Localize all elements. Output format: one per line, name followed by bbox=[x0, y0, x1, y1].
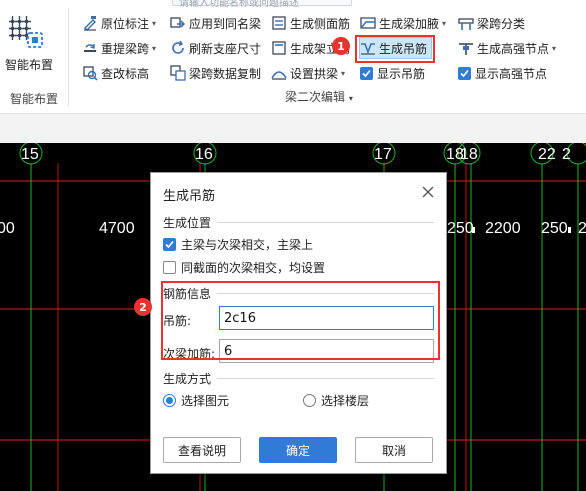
haunch-button[interactable]: 生成梁加腋 ▾ bbox=[360, 13, 446, 33]
span-classify-button[interactable]: 梁跨分类 bbox=[458, 13, 525, 33]
chevron-down-icon: ▾ bbox=[152, 43, 157, 53]
help-button[interactable]: 查看说明 bbox=[163, 437, 241, 463]
apply-same-beam-icon bbox=[170, 17, 186, 28]
chevron-down-icon: ▾ bbox=[152, 18, 157, 28]
checkbox-checked-icon bbox=[163, 238, 176, 251]
search-placeholder: 请输入功能名称或问题描述 bbox=[179, 0, 299, 9]
arch-beam-icon bbox=[271, 71, 287, 80]
dimension-text: 250 bbox=[541, 220, 568, 237]
group-label-beam-edit: 梁二次编辑 ▾ bbox=[285, 88, 353, 105]
highlight-box-hanger bbox=[355, 35, 435, 63]
high-strength-node-icon bbox=[459, 43, 473, 55]
arch-beam-label: 设置拱梁 bbox=[290, 66, 339, 81]
span-classify-icon bbox=[458, 18, 474, 30]
hanger-rebar-dialog: 生成吊筋 生成位置 主梁与次梁相交，主梁上 同截面的次梁相交，均设置 钢筋信息 … bbox=[150, 172, 447, 474]
ribbon: 请输入功能名称或问题描述 智能布置 智能布置 原位标注▾ 重提梁跨▾ 查改标 bbox=[0, 0, 586, 113]
step-badge-1: 1 bbox=[332, 37, 350, 55]
axis-bubbles bbox=[19, 143, 586, 165]
smart-layout-label: 智能布置 bbox=[4, 58, 53, 72]
smart-layout-icon bbox=[9, 16, 43, 48]
radio-select-floor[interactable]: 选择楼层 bbox=[303, 392, 369, 409]
show-high-strength-label: 显示高强节点 bbox=[475, 66, 548, 81]
axis-number: 18 bbox=[460, 146, 478, 163]
side-rebar-icon bbox=[272, 16, 286, 30]
checkbox-unchecked-icon bbox=[163, 261, 176, 274]
side-rebar-label: 生成侧面筋 bbox=[290, 16, 351, 31]
chevron-down-icon: ▾ bbox=[341, 68, 346, 78]
ribbon-separator bbox=[68, 8, 69, 106]
original-annotation-icon bbox=[84, 16, 96, 31]
dimension-text: 2 bbox=[578, 220, 586, 237]
radio-select-element-label: 选择图元 bbox=[181, 394, 230, 408]
axis-number: 17 bbox=[374, 146, 392, 163]
cancel-button[interactable]: 取消 bbox=[355, 437, 433, 463]
axis-number: 15 bbox=[21, 146, 39, 163]
axis-number: 2 bbox=[562, 146, 571, 163]
side-rebar-button[interactable]: 生成侧面筋 bbox=[271, 13, 350, 33]
same-section-checkbox[interactable]: 同截面的次梁相交，均设置 bbox=[163, 259, 325, 276]
haunch-label: 生成梁加腋 bbox=[379, 16, 440, 31]
haunch-icon bbox=[360, 17, 376, 29]
step-badge-2: 2 bbox=[134, 298, 152, 316]
re-span-icon bbox=[84, 44, 96, 52]
checkbox-checked-icon bbox=[360, 66, 373, 80]
elevation-icon bbox=[83, 66, 98, 81]
original-annotation-label: 原位标注 bbox=[101, 16, 150, 31]
erection-rebar-icon bbox=[272, 41, 286, 55]
chevron-down-icon: ▾ bbox=[552, 43, 557, 53]
copy-span-data-icon bbox=[170, 65, 186, 81]
ribbon-bottom-bar bbox=[0, 113, 586, 143]
highlight-box-rebar-info bbox=[161, 281, 440, 360]
dimension-text: 4700 bbox=[99, 220, 135, 237]
dimension-text: 250 bbox=[447, 220, 474, 237]
group-label-smart-layout: 智能布置 bbox=[10, 92, 59, 106]
re-span-button[interactable]: 重提梁跨 ▾ bbox=[82, 38, 156, 58]
ok-button[interactable]: 确定 bbox=[259, 437, 337, 463]
dimension-text: 2200 bbox=[485, 220, 521, 237]
copy-span-data-button[interactable]: 梁跨数据复制 bbox=[170, 63, 261, 83]
high-strength-node-button[interactable]: 生成高强节点 ▾ bbox=[458, 38, 556, 58]
checkbox-checked-icon bbox=[458, 66, 471, 80]
refresh-support-icon bbox=[172, 40, 184, 54]
smart-layout-button[interactable]: 智能布置 bbox=[0, 10, 62, 80]
dimension-text: 00 bbox=[0, 220, 15, 237]
chevron-down-icon: ▾ bbox=[442, 18, 447, 28]
original-annotation-button[interactable]: 原位标注 ▾ bbox=[82, 13, 156, 33]
group-label-beam-edit-text: 梁二次编辑 bbox=[285, 90, 346, 104]
apply-same-beam-label: 应用到同名梁 bbox=[189, 16, 262, 31]
apply-same-beam-button[interactable]: 应用到同名梁 bbox=[170, 13, 261, 33]
main-secondary-label: 主梁与次梁相交，主梁上 bbox=[181, 238, 314, 252]
elevation-label: 查改标高 bbox=[101, 66, 150, 81]
arch-beam-button[interactable]: 设置拱梁 ▾ bbox=[271, 63, 345, 83]
radio-select-floor-label: 选择楼层 bbox=[321, 394, 370, 408]
dialog-title: 生成吊筋 bbox=[163, 189, 216, 204]
chevron-down-icon: ▾ bbox=[348, 94, 353, 103]
main-secondary-checkbox[interactable]: 主梁与次梁相交，主梁上 bbox=[163, 236, 313, 253]
elevation-button[interactable]: 查改标高 bbox=[82, 63, 149, 83]
show-hanger-checkbox[interactable]: 显示吊筋 bbox=[360, 63, 425, 83]
section-title-position: 生成位置 bbox=[163, 214, 218, 231]
refresh-support-label: 刷新支座尺寸 bbox=[189, 41, 262, 56]
section-title-mode: 生成方式 bbox=[163, 370, 218, 387]
same-section-label: 同截面的次梁相交，均设置 bbox=[181, 261, 326, 275]
re-span-label: 重提梁跨 bbox=[101, 41, 150, 56]
search-input[interactable]: 请输入功能名称或问题描述 bbox=[172, 0, 352, 9]
copy-span-data-label: 梁跨数据复制 bbox=[189, 66, 262, 81]
axis-number: 22 bbox=[538, 146, 556, 163]
span-classify-label: 梁跨分类 bbox=[477, 16, 526, 31]
radio-unselected-icon bbox=[303, 394, 316, 407]
close-icon[interactable] bbox=[419, 183, 437, 201]
high-strength-node-label: 生成高强节点 bbox=[477, 41, 550, 56]
show-high-strength-checkbox[interactable]: 显示高强节点 bbox=[458, 63, 547, 83]
radio-selected-icon bbox=[163, 394, 176, 407]
refresh-support-button[interactable]: 刷新支座尺寸 bbox=[170, 38, 261, 58]
radio-select-element[interactable]: 选择图元 bbox=[163, 392, 229, 409]
axis-number: 16 bbox=[195, 146, 213, 163]
show-hanger-label: 显示吊筋 bbox=[377, 66, 426, 81]
